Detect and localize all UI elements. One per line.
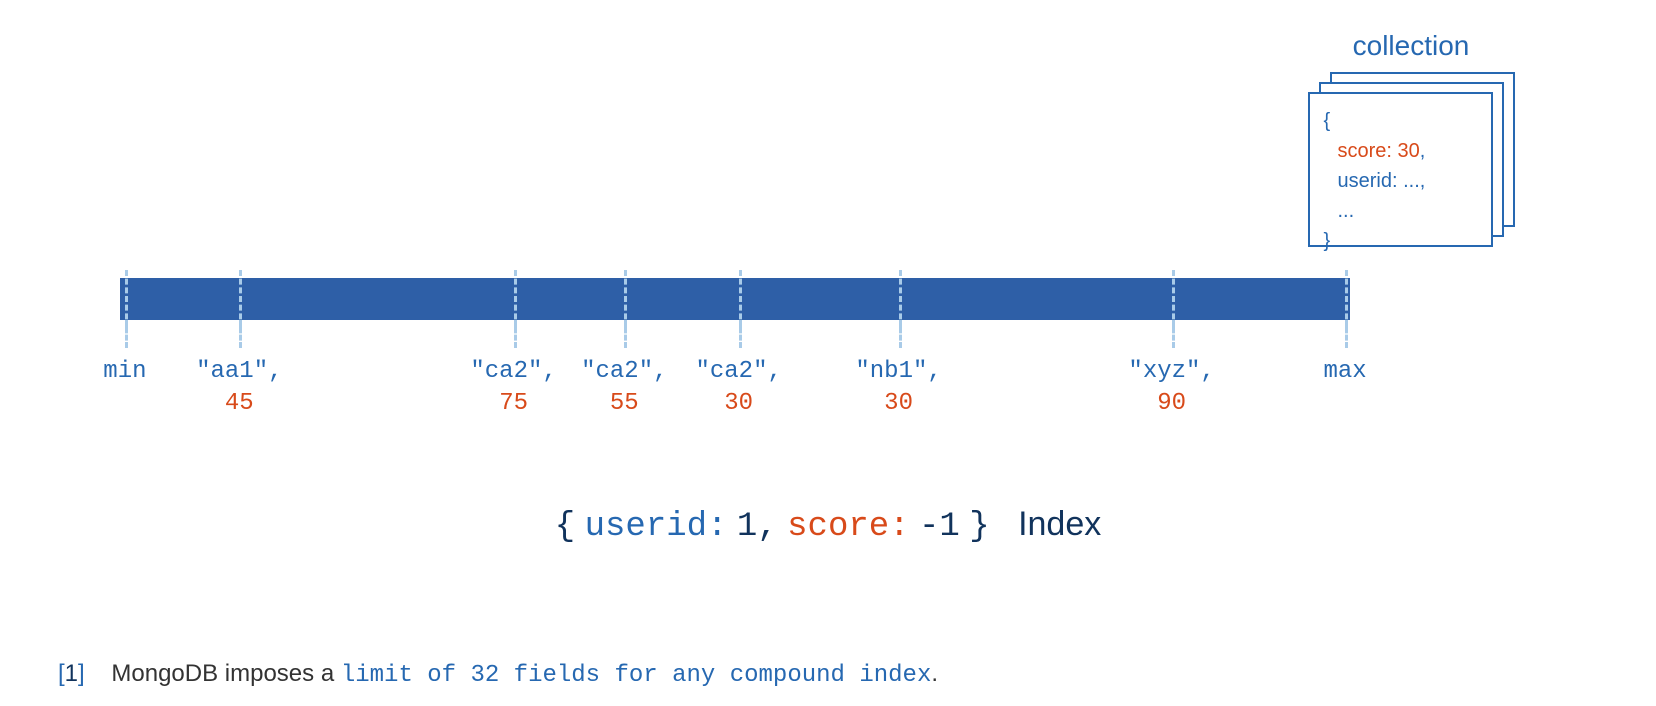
doc-comma: , — [1420, 140, 1426, 162]
document-card-front: { score: 30, userid: ..., ... } — [1308, 92, 1493, 247]
document-stack: { score: 30, userid: ..., ... } — [1308, 72, 1515, 247]
tick-key: "xyz", — [1102, 356, 1242, 388]
doc-open-brace: { — [1324, 106, 1477, 136]
tick-label-entry: "nb1",30 — [829, 356, 969, 421]
tick-value: 30 — [829, 388, 969, 420]
tick-tail-min — [125, 320, 128, 348]
footnote-ref: 1 — [65, 660, 78, 687]
doc-line-ellipsis: ... — [1324, 196, 1477, 226]
idx-open: { — [555, 508, 575, 546]
tick-key: "aa1", — [169, 356, 309, 388]
tick-value: 30 — [669, 388, 809, 420]
idx-close: } — [969, 508, 989, 546]
tick-tail-entry — [624, 320, 627, 348]
idx-userid-key: userid: — [585, 508, 728, 546]
index-definition: { userid: 1, score: -1 } Index — [0, 505, 1656, 546]
idx-label: Index — [1018, 505, 1101, 543]
tick-tail-entry — [1172, 320, 1175, 348]
index-bar-area: min max "aa1",45"ca2",75"ca2",55"ca2",30… — [120, 278, 1350, 320]
doc-line-userid: userid: ..., — [1324, 166, 1477, 196]
doc-score-value: 30 — [1398, 140, 1420, 162]
index-bar: min max "aa1",45"ca2",75"ca2",55"ca2",30… — [120, 278, 1350, 320]
tick-value: 45 — [169, 388, 309, 420]
tick-tail-entry — [739, 320, 742, 348]
tick-tail-max — [1345, 320, 1348, 348]
footnote-prefix: MongoDB imposes a — [111, 660, 340, 687]
tick-key: "ca2", — [669, 356, 809, 388]
doc-score-key: score: — [1338, 140, 1392, 162]
idx-userid-val: 1 — [737, 508, 757, 546]
tick-label-entry: "aa1",45 — [169, 356, 309, 421]
footnote-bracket-close: ] — [78, 660, 85, 687]
tick-label-max: max — [1275, 356, 1415, 388]
footnote-bracket-open: [ — [58, 660, 65, 687]
footnote-suffix: . — [931, 660, 938, 687]
footnote-link[interactable]: limit of 32 fields for any compound inde… — [341, 662, 932, 689]
doc-line-score: score: 30, — [1324, 136, 1477, 166]
footnote: [1] MongoDB imposes a limit of 32 fields… — [58, 660, 938, 689]
idx-score-key: score: — [787, 508, 909, 546]
idx-comma: , — [757, 508, 777, 546]
idx-score-val: -1 — [919, 508, 960, 546]
tick-tail-entry — [899, 320, 902, 348]
tick-label-entry: "ca2",30 — [669, 356, 809, 421]
tick-tail-entry — [239, 320, 242, 348]
tick-key: "nb1", — [829, 356, 969, 388]
tick-label-entry: "xyz",90 — [1102, 356, 1242, 421]
doc-close-brace: } — [1324, 226, 1477, 256]
collection-label: collection — [1286, 30, 1536, 62]
collection-area: collection { score: 30, userid: ..., ...… — [1286, 30, 1536, 247]
tick-value: 90 — [1102, 388, 1242, 420]
tick-tail-entry — [514, 320, 517, 348]
